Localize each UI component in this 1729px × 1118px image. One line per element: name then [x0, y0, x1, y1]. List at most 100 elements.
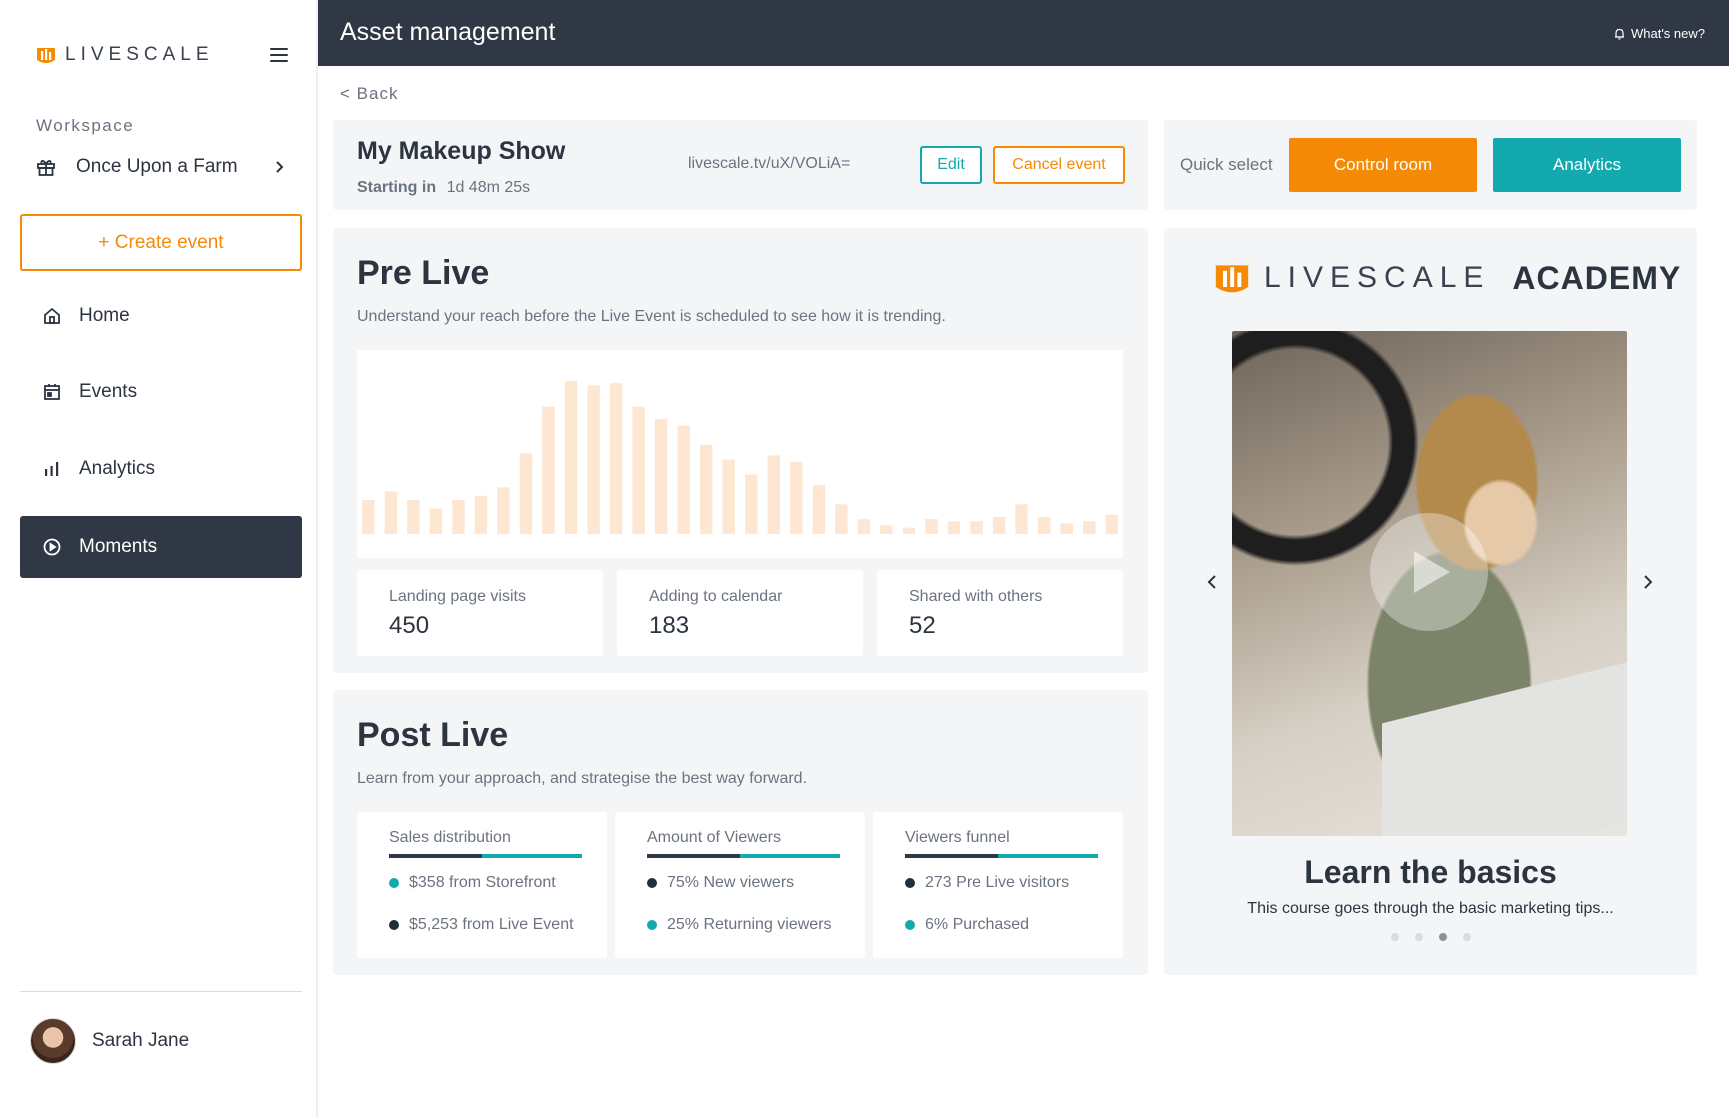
bell-icon	[1614, 28, 1624, 40]
stat-value: 52	[909, 612, 936, 639]
academy-logo-text: LIVESCALE	[1264, 261, 1491, 294]
chart-bar-28	[992, 517, 1006, 534]
academy-logo: LIVESCALE ACADEMY	[1214, 258, 1681, 298]
course-title: Learn the basics	[1304, 854, 1557, 890]
pre-live-title: Pre Live	[357, 254, 490, 292]
chevron-right-icon[interactable]	[1638, 572, 1658, 592]
chart-bar-2	[407, 500, 420, 534]
sidebar-item-home[interactable]: Home	[20, 285, 302, 347]
amount-of-viewers-card[interactable]: Amount of Viewers 75% New viewers 25% Re…	[615, 812, 865, 958]
stat-landing-page-visits: Landing page visits 450	[357, 570, 603, 656]
sidebar-divider	[20, 991, 302, 992]
carousel-dot[interactable]	[1414, 933, 1423, 941]
play-icon[interactable]	[1370, 513, 1488, 631]
chart-bar-18	[767, 455, 780, 534]
chart-bar-9	[564, 381, 578, 534]
sidebar-item-label: Analytics	[79, 458, 156, 479]
pre-live-card: Pre Live Understand your reach before th…	[333, 228, 1148, 673]
split-bar	[905, 854, 1098, 858]
chart-bar-3	[429, 508, 443, 534]
home-icon	[44, 307, 60, 324]
legend-dot	[905, 878, 915, 888]
starting-value: 1d 48m 25s	[446, 179, 531, 196]
chart-bar-29	[1015, 504, 1028, 534]
bar-chart-icon	[45, 462, 59, 476]
chart-bar-24	[902, 527, 916, 534]
post-stat-line: 25% Returning viewers	[647, 916, 832, 934]
livescale-logo[interactable]: LIVESCALE	[36, 44, 214, 66]
edit-button[interactable]: Edit	[920, 146, 982, 184]
sidebar-item-label: Events	[79, 381, 138, 402]
viewers-funnel-card[interactable]: Viewers funnel 273 Pre Live visitors 6% …	[873, 812, 1123, 958]
sidebar-item-label: Home	[79, 305, 130, 326]
chart-bar-14	[677, 425, 690, 534]
chart-bar-10	[587, 385, 600, 535]
chevron-left-icon[interactable]	[1202, 572, 1222, 592]
legend-dot	[647, 878, 657, 888]
post-stat-title: Sales distribution	[389, 829, 511, 846]
sidebar-item-analytics[interactable]: Analytics	[20, 438, 302, 500]
chart-bar-0	[362, 500, 375, 534]
pre-live-bar-chart	[362, 381, 1118, 535]
sidebar-item-label: Moments	[79, 536, 158, 557]
chart-bar-25	[925, 519, 938, 534]
post-stat-line: 75% New viewers	[647, 874, 794, 892]
sales-distribution-card[interactable]: Sales distribution $358 from Storefront …	[357, 812, 607, 958]
pre-live-subtitle: Understand your reach before the Live Ev…	[357, 308, 946, 325]
event-title: My Makeup Show	[357, 137, 566, 165]
hamburger-menu-icon[interactable]	[270, 48, 288, 62]
sidebar-item-events[interactable]: Events	[20, 361, 302, 423]
carousel-dot-active[interactable]	[1438, 933, 1447, 941]
chart-bar-5	[474, 495, 488, 535]
chart-bar-26	[947, 521, 961, 535]
post-live-title: Post Live	[357, 716, 509, 754]
user-profile[interactable]: Sarah Jane	[30, 1018, 189, 1064]
create-event-button[interactable]: + Create event	[20, 214, 302, 271]
stat-value: 450	[389, 612, 430, 639]
chart-bar-33	[1105, 514, 1118, 534]
chart-bar-15	[700, 444, 713, 535]
post-stat-line: $358 from Storefront	[389, 874, 556, 892]
cancel-event-button[interactable]: Cancel event	[993, 146, 1125, 184]
carousel-dot[interactable]	[1390, 933, 1399, 941]
post-stat-title: Amount of Viewers	[647, 829, 781, 846]
chart-bar-12	[632, 406, 645, 534]
whats-new-link[interactable]: What's new?	[1614, 26, 1705, 41]
pre-live-chart	[357, 350, 1123, 558]
workspace-selector[interactable]: Once Upon a Farm	[36, 152, 286, 182]
event-url[interactable]: livescale.tv/uX/VOLiA=	[688, 155, 850, 173]
stat-value: 183	[649, 612, 690, 639]
course-description: This course goes through the basic marke…	[1247, 900, 1614, 917]
course-video-thumbnail[interactable]	[1232, 331, 1627, 836]
chart-bar-19	[790, 461, 803, 535]
back-link[interactable]: < Back	[340, 84, 398, 104]
carousel-dot[interactable]	[1462, 933, 1471, 941]
sidebar: LIVESCALE Workspace Once Upon a Farm + C…	[0, 0, 318, 1118]
sidebar-item-moments[interactable]: Moments	[20, 516, 302, 578]
avatar	[30, 1018, 76, 1064]
control-room-button[interactable]: Control room	[1289, 138, 1477, 192]
logo-text: LIVESCALE	[65, 44, 214, 65]
post-live-subtitle: Learn from your approach, and strategise…	[357, 770, 808, 787]
livescale-logo-icon	[37, 48, 55, 63]
chart-bar-23	[880, 525, 893, 534]
starting-label: Starting in	[357, 179, 437, 196]
chart-bar-32	[1083, 521, 1096, 535]
stat-label: Landing page visits	[389, 588, 526, 605]
user-name: Sarah Jane	[92, 1030, 190, 1051]
livescale-logo-icon	[1215, 265, 1249, 293]
post-stat-line: 273 Pre Live visitors	[905, 874, 1069, 892]
post-stat-line: $5,253 from Live Event	[389, 916, 574, 934]
calendar-icon	[44, 384, 60, 400]
analytics-button[interactable]: Analytics	[1493, 138, 1681, 192]
post-live-card: Post Live Learn from your approach, and …	[333, 690, 1148, 975]
academy-word: ACADEMY	[1512, 259, 1682, 296]
whats-new-label: What's new?	[1630, 26, 1705, 41]
stat-label: Shared with others	[909, 588, 1043, 605]
post-stat-line: 6% Purchased	[905, 916, 1029, 934]
chart-bar-22	[857, 519, 871, 534]
chart-bar-1	[384, 491, 397, 534]
chart-bar-4	[452, 500, 465, 534]
stat-label: Adding to calendar	[649, 588, 783, 605]
chart-bar-30	[1038, 517, 1051, 534]
